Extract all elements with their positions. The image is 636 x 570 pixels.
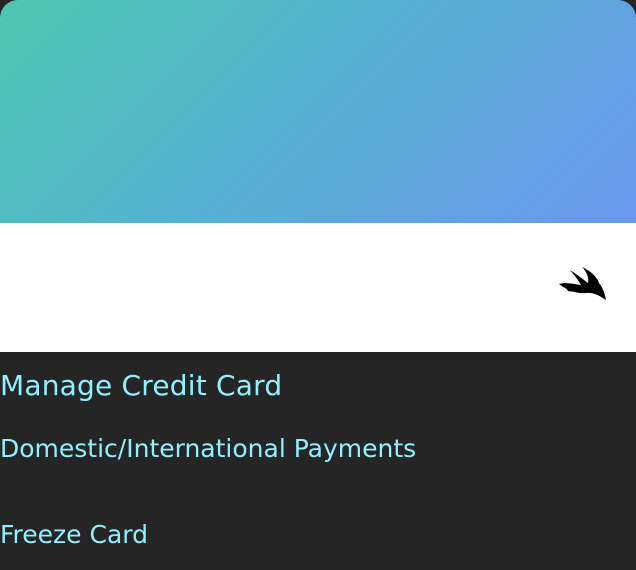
swift-bird-icon [559, 267, 606, 300]
card-gradient-banner [0, 0, 636, 223]
card-logo-panel [0, 223, 636, 352]
domestic-international-payments-item[interactable]: Domestic/International Payments [0, 432, 416, 466]
freeze-card-item[interactable]: Freeze Card [0, 518, 148, 552]
card-management-menu: Manage Credit Card Domestic/Internationa… [0, 352, 636, 570]
menu-title: Manage Credit Card [0, 369, 283, 402]
